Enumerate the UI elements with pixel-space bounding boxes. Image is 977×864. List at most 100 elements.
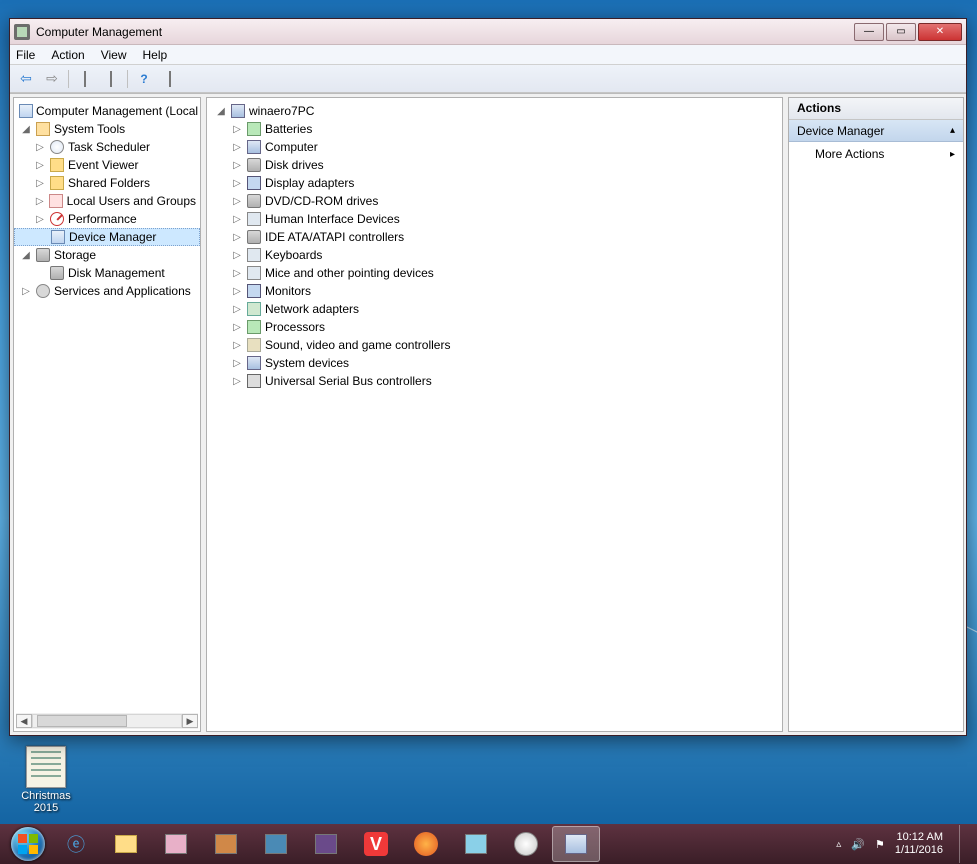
close-button[interactable]: ✕ bbox=[918, 23, 962, 41]
horizontal-scrollbar[interactable]: ◀ ▶ bbox=[16, 713, 198, 729]
device-category[interactable]: ▷ Processors bbox=[213, 318, 776, 336]
expand-icon[interactable]: ▷ bbox=[231, 160, 243, 171]
start-button[interactable] bbox=[4, 824, 52, 864]
taskbar-app2[interactable] bbox=[202, 826, 250, 862]
expand-icon[interactable]: ▷ bbox=[231, 304, 243, 315]
tree-item[interactable]: ▷Performance bbox=[14, 210, 200, 228]
tree-item[interactable]: ▷Local Users and Groups bbox=[14, 192, 200, 210]
device-category[interactable]: ▷Network adapters bbox=[213, 300, 776, 318]
desktop-icon-label: Christmas bbox=[11, 790, 81, 802]
taskbar-app5[interactable] bbox=[452, 826, 500, 862]
expand-icon[interactable]: ▷ bbox=[231, 358, 243, 369]
device-category[interactable]: ▷DVD/CD-ROM drives bbox=[213, 192, 776, 210]
expand-icon[interactable]: ▷ bbox=[34, 142, 46, 153]
taskbar-compmgmt[interactable] bbox=[552, 826, 600, 862]
device-category[interactable]: ▷Keyboards bbox=[213, 246, 776, 264]
collapse-icon[interactable]: ◢ bbox=[20, 250, 32, 261]
volume-icon[interactable]: 🔊 bbox=[851, 838, 865, 851]
show-hide-tree-button[interactable] bbox=[73, 68, 97, 90]
taskbar-app4[interactable] bbox=[302, 826, 350, 862]
scroll-left-button[interactable]: ◀ bbox=[16, 714, 32, 728]
tree-item[interactable]: Disk Management bbox=[14, 264, 200, 282]
minimize-button[interactable]: — bbox=[854, 23, 884, 41]
expand-icon[interactable]: ▷ bbox=[231, 142, 243, 153]
clock[interactable]: 10:12 AM 1/11/2016 bbox=[895, 831, 943, 857]
taskbar-ie[interactable]: ⓔ bbox=[52, 826, 100, 862]
tree-system-tools[interactable]: ◢ System Tools bbox=[14, 120, 200, 138]
taskbar-firefox[interactable] bbox=[402, 826, 450, 862]
submenu-arrow-icon: ▸ bbox=[950, 149, 955, 160]
tree-item[interactable]: ▷Shared Folders bbox=[14, 174, 200, 192]
expand-icon[interactable]: ▷ bbox=[20, 286, 32, 297]
tree-item[interactable]: ▷Event Viewer bbox=[14, 156, 200, 174]
device-category[interactable]: ▷System devices bbox=[213, 354, 776, 372]
device-icon bbox=[246, 121, 262, 137]
expand-icon[interactable]: ▷ bbox=[231, 232, 243, 243]
device-category[interactable]: ▷ Display adapters bbox=[213, 174, 776, 192]
scroll-right-button[interactable]: ▶ bbox=[182, 714, 198, 728]
actions-more[interactable]: More Actions ▸ bbox=[789, 142, 963, 166]
device-category[interactable]: ▷IDE ATA/ATAPI controllers bbox=[213, 228, 776, 246]
show-desktop-button[interactable] bbox=[959, 825, 969, 863]
device-category[interactable]: ▷Computer bbox=[213, 138, 776, 156]
device-category[interactable]: ▷Universal Serial Bus controllers bbox=[213, 372, 776, 390]
storage-icon bbox=[35, 247, 51, 263]
expand-icon[interactable]: ▷ bbox=[34, 196, 45, 207]
tree-label: Processors bbox=[265, 320, 325, 334]
scroll-thumb[interactable] bbox=[37, 715, 127, 727]
tree-item[interactable]: ▷Device Manager bbox=[14, 228, 200, 246]
back-button[interactable]: ⇦ bbox=[14, 68, 38, 90]
taskbar-app6[interactable] bbox=[502, 826, 550, 862]
expand-icon[interactable]: ▷ bbox=[34, 214, 46, 225]
tray-overflow-button[interactable]: ▵ bbox=[836, 839, 841, 850]
actions-section[interactable]: Device Manager ▴ bbox=[789, 120, 963, 142]
menu-file[interactable]: File bbox=[16, 48, 35, 62]
tree-root[interactable]: Computer Management (Local bbox=[14, 102, 200, 120]
taskbar-app1[interactable] bbox=[152, 826, 200, 862]
device-root[interactable]: ◢ winaero7PC bbox=[213, 102, 776, 120]
device-category[interactable]: ▷Monitors bbox=[213, 282, 776, 300]
desktop-icon-christmas[interactable]: Christmas 2015 bbox=[11, 746, 81, 814]
expand-icon[interactable]: ▷ bbox=[231, 196, 243, 207]
menu-help[interactable]: Help bbox=[143, 48, 168, 62]
taskbar-explorer[interactable] bbox=[102, 826, 150, 862]
flag-icon[interactable]: ⚑ bbox=[875, 838, 885, 851]
properties-button[interactable] bbox=[99, 68, 123, 90]
device-category[interactable]: ▷Human Interface Devices bbox=[213, 210, 776, 228]
menu-view[interactable]: View bbox=[101, 48, 127, 62]
expand-icon[interactable]: ▷ bbox=[231, 214, 243, 225]
expand-icon[interactable]: ▷ bbox=[231, 124, 243, 135]
device-category[interactable]: ▷Disk drives bbox=[213, 156, 776, 174]
tree-label: Mice and other pointing devices bbox=[265, 266, 434, 280]
expand-icon[interactable]: ▷ bbox=[231, 322, 243, 333]
arrow-right-icon: ⇨ bbox=[46, 70, 58, 87]
scan-button[interactable] bbox=[158, 68, 182, 90]
expand-icon[interactable]: ▷ bbox=[231, 250, 243, 261]
collapse-icon[interactable]: ◢ bbox=[215, 106, 227, 117]
help-button[interactable]: ? bbox=[132, 68, 156, 90]
device-category[interactable]: ▷ Mice and other pointing devices bbox=[213, 264, 776, 282]
tree-label: Display adapters bbox=[265, 176, 354, 190]
maximize-button[interactable]: ▭ bbox=[886, 23, 916, 41]
computer-management-icon bbox=[19, 103, 33, 119]
expand-icon[interactable]: ▷ bbox=[34, 178, 46, 189]
titlebar[interactable]: Computer Management — ▭ ✕ bbox=[10, 19, 966, 45]
taskbar-app3[interactable] bbox=[252, 826, 300, 862]
tree-storage[interactable]: ◢ Storage bbox=[14, 246, 200, 264]
expand-icon[interactable]: ▷ bbox=[231, 178, 243, 189]
forward-button[interactable]: ⇨ bbox=[40, 68, 64, 90]
device-category[interactable]: ▷Sound, video and game controllers bbox=[213, 336, 776, 354]
expand-icon[interactable]: ▷ bbox=[231, 268, 243, 279]
pc-icon bbox=[230, 103, 246, 119]
tree-item[interactable]: ▷Task Scheduler bbox=[14, 138, 200, 156]
collapse-icon[interactable]: ◢ bbox=[20, 124, 32, 135]
expand-icon[interactable]: ▷ bbox=[231, 376, 243, 387]
expand-icon[interactable]: ▷ bbox=[34, 160, 46, 171]
device-category[interactable]: ▷Batteries bbox=[213, 120, 776, 138]
expand-icon[interactable]: ▷ bbox=[231, 340, 243, 351]
menu-action[interactable]: Action bbox=[51, 48, 84, 62]
expand-icon[interactable]: ▷ bbox=[231, 286, 243, 297]
taskbar-vivaldi[interactable]: V bbox=[352, 826, 400, 862]
scroll-track[interactable] bbox=[32, 714, 182, 728]
tree-services[interactable]: ▷ Services and Applications bbox=[14, 282, 200, 300]
